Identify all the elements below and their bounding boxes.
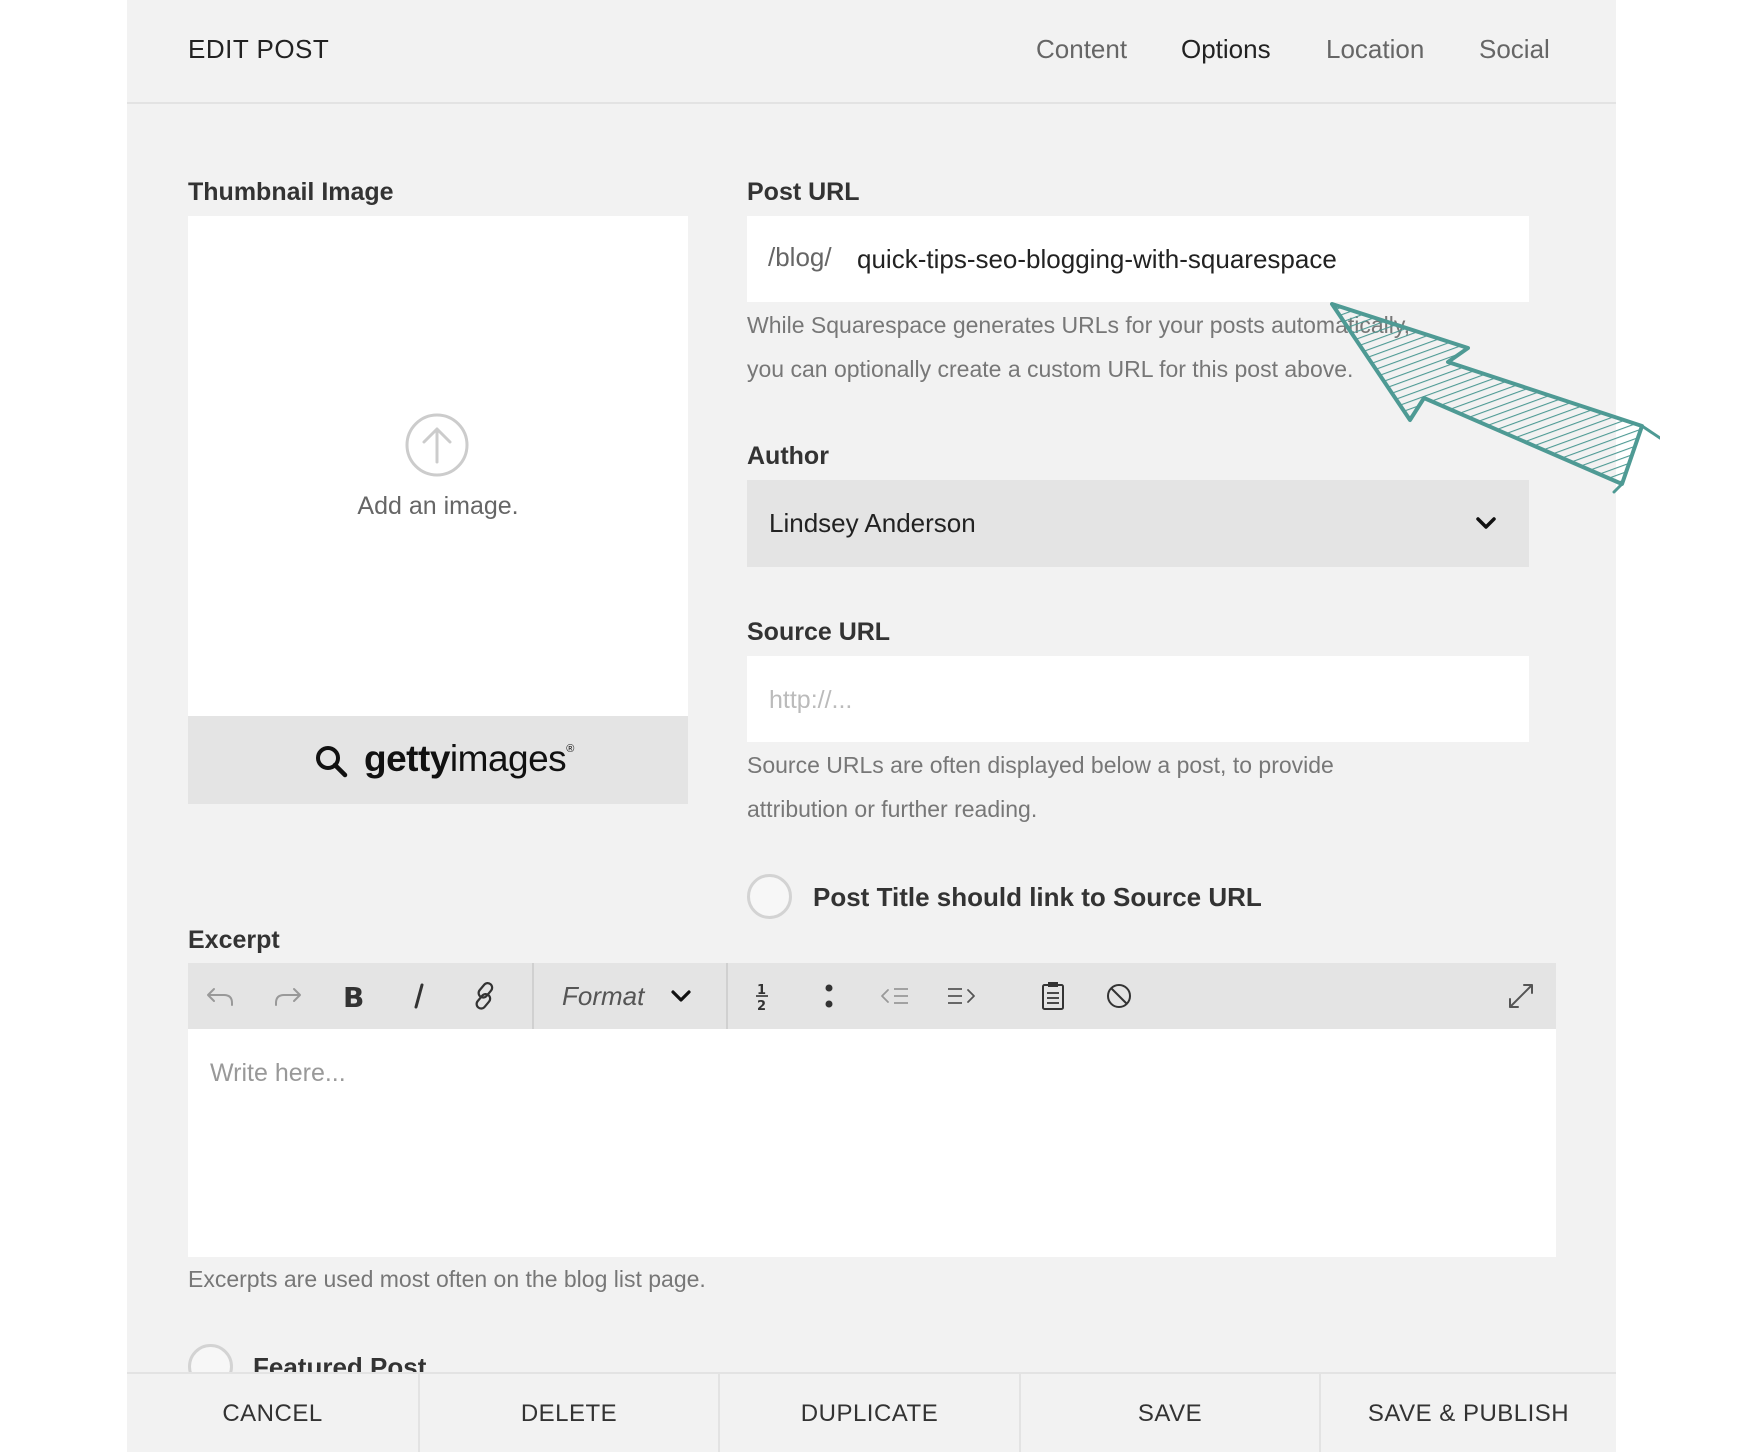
svg-text:B: B [343,981,364,1014]
post-url-input[interactable]: /blog/ quick-tips-seo-blogging-with-squa… [747,216,1529,302]
expand-icon[interactable] [1502,977,1540,1015]
cancel-button[interactable]: CANCEL [127,1374,420,1452]
post-url-value: quick-tips-seo-blogging-with-squarespace [857,244,1337,274]
tab-social[interactable]: Social [1479,34,1550,65]
duplicate-button[interactable]: DUPLICATE [720,1374,1021,1452]
chevron-down-icon [1476,517,1496,529]
delete-button[interactable]: DELETE [420,1374,720,1452]
tab-bar: Content Options Location Social [127,34,1616,70]
url-prefix: /blog/ [768,242,832,272]
thumbnail-dropzone[interactable]: Add an image. [188,216,688,716]
bold-icon[interactable]: B [334,977,372,1015]
source-url-input[interactable]: http://... [747,656,1529,742]
excerpt-toolbar: B Format 1 2 [188,963,1556,1029]
author-select[interactable]: Lindsey Anderson [747,480,1529,567]
italic-icon[interactable] [400,977,438,1015]
redo-icon[interactable] [268,977,306,1015]
panel-header: EDIT POST Content Options Location Socia… [127,0,1616,104]
toolbar-divider [532,963,534,1029]
add-image-text: Add an image. [357,492,519,520]
undo-icon[interactable] [202,977,240,1015]
source-url-help-line-2: attribution or further reading. [747,796,1038,822]
bullet-list-icon[interactable] [810,977,848,1015]
chevron-down-icon[interactable] [662,977,700,1015]
source-url-placeholder: http://... [769,686,853,714]
upload-arrow-icon [405,413,469,477]
outdent-icon[interactable] [876,977,914,1015]
svg-text:2: 2 [757,999,766,1014]
post-url-label: Post URL [747,178,860,206]
excerpt-placeholder: Write here... [210,1059,346,1087]
action-footer: CANCEL DELETE DUPLICATE SAVE SAVE & PUBL… [127,1372,1616,1452]
post-title-link-radio[interactable] [747,874,792,919]
ordered-list-icon[interactable]: 1 2 [744,977,782,1015]
excerpt-editor[interactable]: Write here... [188,1029,1556,1257]
source-url-help-line-1: Source URLs are often displayed below a … [747,752,1334,778]
link-icon[interactable] [466,977,504,1015]
tab-options[interactable]: Options [1181,34,1271,65]
clear-formatting-icon[interactable] [1100,977,1138,1015]
author-label: Author [747,442,829,470]
post-url-help-line-2: you can optionally create a custom URL f… [747,356,1354,382]
save-button[interactable]: SAVE [1021,1374,1321,1452]
toolbar-divider [726,963,728,1029]
indent-icon[interactable] [942,977,980,1015]
edit-post-panel: EDIT POST Content Options Location Socia… [127,0,1616,1452]
format-dropdown[interactable]: Format [562,981,644,1012]
getty-images-search-button[interactable]: gettyimages® [188,716,688,804]
getty-images-logo: gettyimages® [364,738,574,779]
search-icon [316,746,348,778]
tab-content[interactable]: Content [1036,34,1127,65]
author-selected-value: Lindsey Anderson [769,508,976,538]
post-url-help-line-1: While Squarespace generates URLs for you… [747,312,1411,338]
post-title-link-label[interactable]: Post Title should link to Source URL [813,882,1262,913]
save-and-publish-button[interactable]: SAVE & PUBLISH [1321,1374,1616,1452]
tab-location[interactable]: Location [1326,34,1424,65]
excerpt-help: Excerpts are used most often on the blog… [188,1266,706,1292]
thumbnail-label: Thumbnail Image [188,178,394,206]
paste-icon[interactable] [1034,977,1072,1015]
source-url-label: Source URL [747,618,891,646]
excerpt-label: Excerpt [188,926,280,954]
